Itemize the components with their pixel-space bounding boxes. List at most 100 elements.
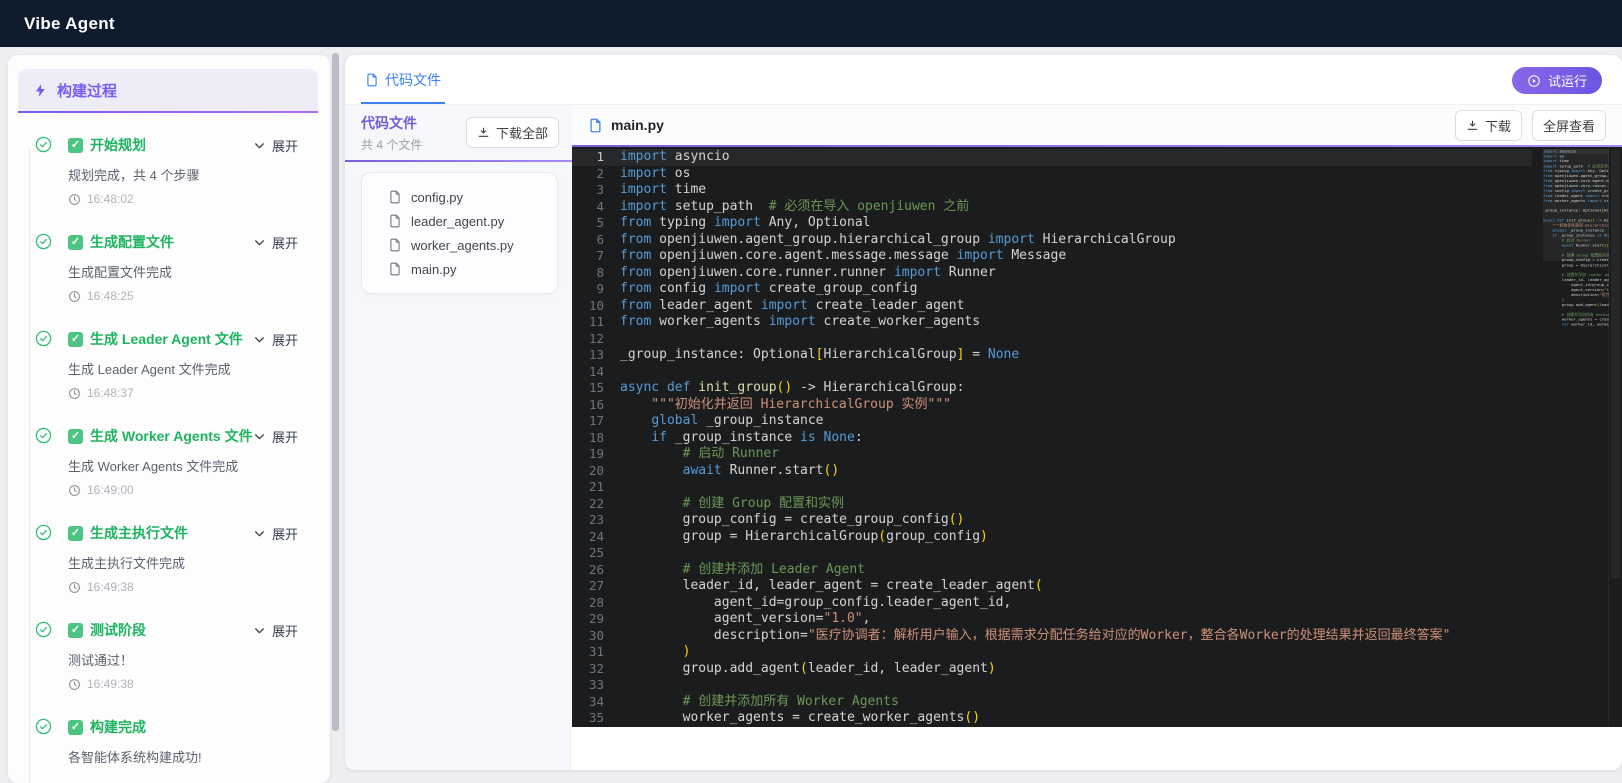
minimap-slider[interactable] [1543, 149, 1609, 261]
step-timestamp: 16:48:37 [68, 386, 294, 400]
code-lines: 1 import asyncio 2 import os 3 import time 4 im… [572, 149, 1532, 727]
check-circle-icon [35, 718, 52, 735]
code-line: 28 agent_id=group_config.leader_agent_id… [572, 595, 1532, 612]
tab-label: 代码文件 [385, 72, 441, 88]
download-button[interactable]: 下载 [1454, 109, 1522, 141]
step-expand-toggle[interactable]: 展开 [253, 233, 298, 252]
line-number: 1 [596, 149, 604, 164]
step-description: 生成配置文件完成 [68, 265, 173, 280]
check-circle-icon [35, 233, 52, 250]
code-editor[interactable]: 1 import asyncio 2 import os 3 import time 4 im… [572, 147, 1622, 727]
line-number: 6 [596, 231, 604, 247]
open-file-name: main.py [611, 117, 664, 133]
line-number: 11 [588, 314, 604, 329]
document-icon [365, 73, 379, 87]
code-line: 36 for worker_id, worker_agent in worker… [572, 727, 1532, 728]
app-header: Vibe Agent [0, 0, 1622, 47]
code-line: 17 global _group_instance [572, 413, 1532, 430]
step-expand-toggle[interactable]: 展开 [253, 621, 298, 640]
check-circle-icon [35, 136, 52, 153]
code-line: 21 [572, 479, 1532, 496]
line-number: 25 [588, 545, 604, 560]
expand-label: 展开 [271, 527, 298, 542]
code-line: 5 from typing import Any, Optional [572, 215, 1532, 232]
checkbox-done-icon: ✓ [68, 622, 83, 638]
code-line: 14 [572, 364, 1532, 381]
code-line: 8 from openjiuwen.core.runner.runner impo… [572, 265, 1532, 282]
step-title: 开始规划 [90, 137, 146, 153]
editor-scrollbar[interactable] [1608, 147, 1622, 727]
line-number: 21 [588, 479, 604, 494]
line-number: 35 [588, 710, 604, 725]
expand-label: 展开 [271, 624, 298, 639]
code-line: 3 import time [572, 182, 1532, 199]
step-expand-toggle[interactable]: 展开 [253, 427, 298, 446]
download-label: 下载 [1484, 118, 1511, 134]
step-expand-toggle[interactable]: 展开 [253, 136, 298, 155]
line-number: 27 [588, 578, 604, 593]
step-expand-toggle[interactable]: 展开 [253, 330, 298, 349]
code-line: 30 description="医疗协调者：解析用户输入，根据需求分配任务给对应… [572, 628, 1532, 645]
file-item[interactable]: config.py [388, 185, 549, 209]
line-number: 20 [588, 462, 604, 478]
file-list: config.py leader_agent.py worker_agents.py… [361, 172, 558, 294]
file-name: main.py [411, 261, 457, 277]
step-description: 生成主执行文件完成 [68, 556, 186, 571]
expand-label: 展开 [271, 430, 298, 445]
run-button[interactable]: 试运行 [1511, 67, 1602, 94]
clock-icon [68, 581, 81, 594]
code-line: 18 if _group_instance is None: [572, 430, 1532, 447]
code-line: 7 from openjiuwen.core.agent.message.mess… [572, 248, 1532, 265]
check-circle-icon [35, 524, 52, 541]
line-number: 18 [588, 429, 604, 445]
line-number: 2 [596, 165, 604, 181]
line-number: 7 [596, 248, 604, 263]
file-item[interactable]: main.py [388, 257, 549, 281]
file-item[interactable]: leader_agent.py [388, 209, 549, 233]
fullscreen-button[interactable]: 全屏查看 [1531, 109, 1606, 141]
line-number: 15 [588, 380, 604, 395]
checkbox-done-icon: ✓ [68, 525, 83, 541]
line-number: 3 [596, 182, 604, 197]
chevron-down-icon [253, 139, 266, 152]
step-title: 生成配置文件 [90, 234, 174, 250]
clock-icon [68, 678, 81, 691]
file-item[interactable]: worker_agents.py [388, 233, 549, 257]
step-timestamp: 16:49:38 [68, 580, 294, 594]
code-line: 19 # 启动 Runner [572, 446, 1532, 463]
sidebar-scrollbar[interactable] [332, 53, 339, 731]
expand-label: 展开 [271, 333, 298, 348]
chevron-down-icon [253, 236, 266, 249]
tab-code-files[interactable]: 代码文件 [361, 70, 445, 104]
step-timestamp: 16:49:00 [68, 483, 294, 497]
build-step: ✓ 生成配置文件 展开 生成配置文件完成 16:48:25 [22, 232, 298, 303]
step-title: 生成 Worker Agents 文件 [90, 428, 253, 444]
build-process-title: 构建过程 [57, 82, 118, 100]
build-step: ✓ 生成 Worker Agents 文件 展开 生成 Worker Agents 文… [22, 426, 298, 497]
build-process-header: 构建过程 [18, 69, 318, 111]
checkbox-done-icon: ✓ [68, 331, 83, 347]
step-description: 各智能体系统构建成功! [68, 750, 202, 765]
minimap[interactable]: 1import asyncio2import os3import time4im… [1543, 149, 1609, 727]
step-timestamp: 16:49:38 [68, 677, 294, 691]
code-line: 27 leader_id, leader_agent = create_lead… [572, 578, 1532, 595]
line-number: 29 [588, 611, 604, 626]
line-number: 14 [588, 363, 604, 379]
play-circle-icon [1527, 74, 1541, 88]
step-expand-toggle[interactable]: 展开 [253, 524, 298, 543]
file-icon [388, 262, 402, 276]
code-line: 13 _group_instance: Optional[Hierarchical… [572, 347, 1532, 364]
line-number: 17 [588, 413, 604, 428]
code-line: 11 from worker_agents import create_worke… [572, 314, 1532, 331]
lightning-icon [33, 83, 48, 98]
clock-icon [68, 290, 81, 303]
download-icon [1466, 119, 1479, 132]
step-title: 生成主执行文件 [90, 525, 188, 541]
chevron-down-icon [253, 527, 266, 540]
line-number: 28 [588, 594, 604, 610]
line-number: 34 [588, 693, 604, 709]
checkbox-done-icon: ✓ [68, 234, 83, 250]
line-number: 12 [588, 330, 604, 346]
code-line: 32 group.add_agent(leader_id, leader_age… [572, 661, 1532, 678]
download-all-button[interactable]: 下载全部 [465, 117, 559, 148]
